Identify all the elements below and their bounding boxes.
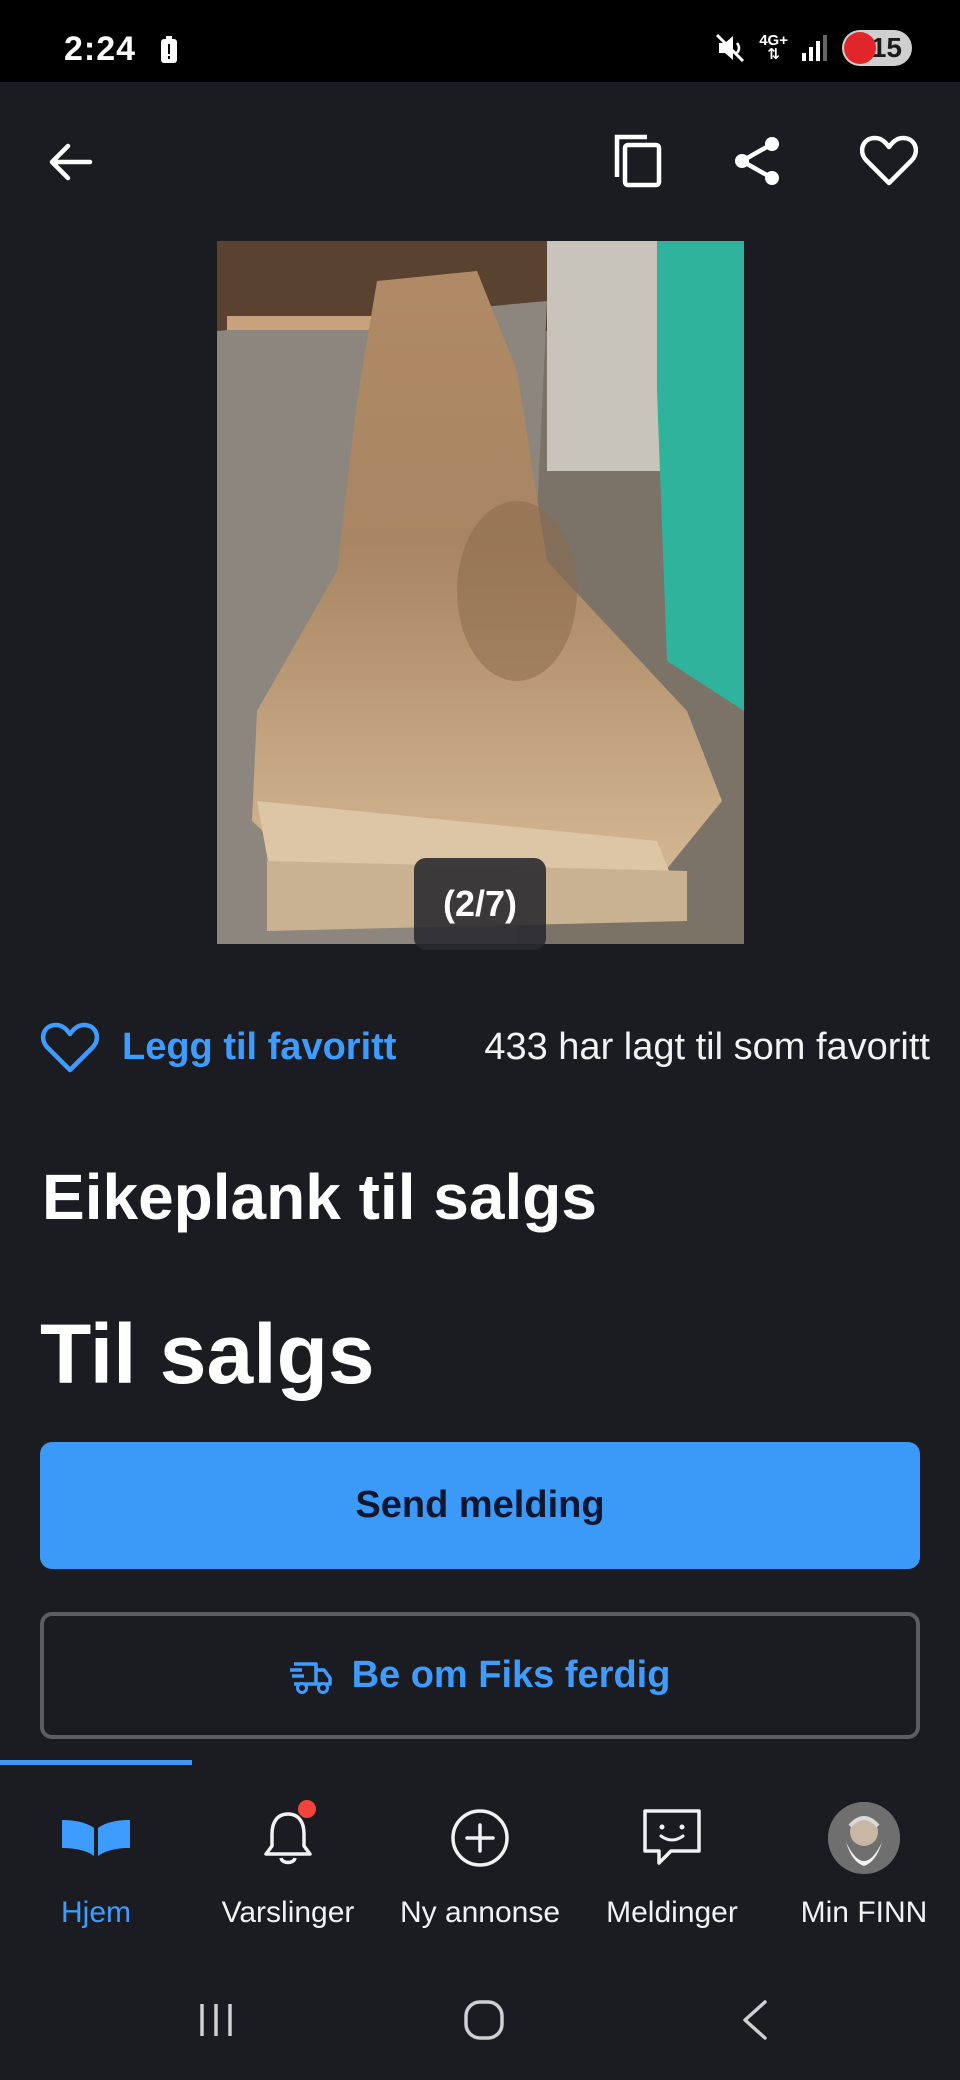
status-icons: 4G+ ⇅ 15 [713, 26, 912, 70]
nav-label-my-finn: Min FINN [800, 1896, 928, 1929]
system-navigation-bar [0, 1960, 960, 2080]
plus-circle-icon [442, 1800, 518, 1876]
active-tab-indicator [0, 1760, 192, 1765]
nav-item-messages[interactable]: Meldinger [576, 1790, 768, 1940]
chevron-left-icon [743, 2000, 767, 2040]
status-time: 2:24 [64, 30, 137, 68]
send-message-label: Send melding [355, 1484, 605, 1526]
favorite-count: 433 har lagt til som favoritt [484, 1026, 930, 1068]
bell-icon [250, 1800, 326, 1876]
favorite-row: Legg til favoritt 433 har lagt til som f… [40, 1018, 930, 1078]
home-icon [58, 1800, 134, 1876]
delivery-truck-icon [289, 1661, 332, 1694]
send-message-button[interactable]: Send melding [40, 1442, 920, 1569]
listing-title: Eikeplank til salgs [42, 1161, 597, 1233]
nav-label-home: Hjem [60, 1896, 131, 1929]
favorite-button[interactable] [856, 128, 922, 194]
listing-photo[interactable] [217, 241, 744, 944]
battery-alert-icon [161, 36, 177, 63]
avatar [826, 1800, 902, 1876]
top-app-bar [0, 82, 960, 242]
add-favorite-link[interactable]: Legg til favoritt [122, 1026, 396, 1069]
mute-icon [716, 33, 745, 63]
system-back-button[interactable] [714, 1990, 794, 2050]
copy-button[interactable] [605, 128, 671, 194]
notification-badge [298, 1800, 316, 1818]
signal-icon [802, 35, 827, 61]
battery-indicator: 15 [842, 30, 912, 66]
nav-item-new-ad[interactable]: Ny annonse [384, 1790, 576, 1940]
bottom-navigation: Hjem Varslinger Ny annonse Meldinger Min… [0, 1760, 960, 1960]
nav-item-notifications[interactable]: Varslinger [192, 1790, 384, 1940]
oak-plank-image [217, 241, 744, 944]
nav-item-home[interactable]: Hjem [0, 1790, 192, 1940]
back-button[interactable] [40, 132, 100, 192]
listing-status: Til salgs [40, 1307, 375, 1401]
photo-counter: (2/7) [414, 858, 546, 950]
recent-apps-button[interactable] [176, 1990, 256, 2050]
network-type: 4G+ ⇅ [759, 32, 788, 63]
home-button[interactable] [444, 1990, 524, 2050]
chat-icon [634, 1800, 710, 1876]
share-icon [735, 137, 779, 185]
nav-label-notifications: Varslinger [221, 1896, 355, 1929]
copy-icon [614, 134, 662, 188]
nav-label-messages: Meldinger [606, 1896, 738, 1929]
nav-label-new-ad: Ny annonse [399, 1896, 561, 1929]
share-button[interactable] [724, 128, 790, 194]
heart-outline-icon[interactable] [40, 1022, 100, 1074]
home-circle-icon [464, 2000, 504, 2040]
fiks-ferdig-label: Be om Fiks ferdig [351, 1654, 671, 1696]
back-arrow-icon [49, 143, 93, 181]
heart-icon [860, 135, 918, 186]
recent-apps-icon [200, 2004, 232, 2036]
fiks-ferdig-button[interactable]: Be om Fiks ferdig [40, 1612, 920, 1739]
status-bar: 2:24 4G+ ⇅ 15 [0, 0, 960, 82]
nav-item-my-finn[interactable]: Min FINN [768, 1790, 960, 1940]
